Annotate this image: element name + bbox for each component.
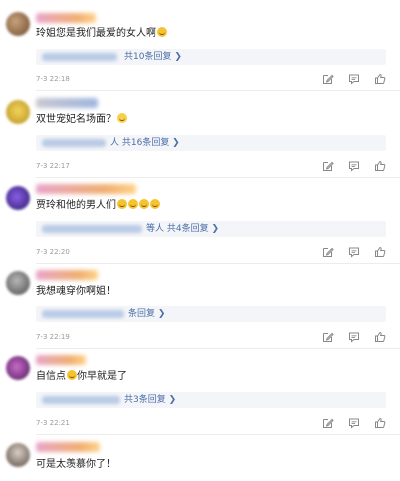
avatar[interactable] [6,271,30,295]
divider [36,90,400,91]
username[interactable] [36,355,86,365]
edit-icon[interactable] [322,73,334,85]
comment-time: 7-3 22:19 [36,333,70,341]
like-icon[interactable] [374,417,386,429]
reply-count-link[interactable]: 共3条回复 ❯ [124,394,176,406]
edit-icon[interactable] [322,331,334,343]
edit-icon[interactable] [322,160,334,172]
comment-text: 我想魂穿你啊姐！ [36,286,116,297]
divider [36,348,400,349]
avatar[interactable] [6,186,30,210]
username[interactable] [36,442,100,452]
smile-emoji-icon [149,199,160,209]
replier-names [42,396,120,404]
username[interactable] [36,184,136,194]
like-icon[interactable] [374,331,386,343]
comment-time: 7-3 22:21 [36,419,70,427]
reply-summary[interactable]: 条回复 ❯ [36,306,386,322]
comment-actions [322,331,386,343]
comment-actions [322,246,386,258]
divider [36,177,400,178]
replier-names [42,139,106,147]
comment-actions [322,73,386,85]
smile-emoji-icon [66,370,77,380]
edit-icon[interactable] [322,417,334,429]
reply-count-link[interactable]: 条回复 ❯ [128,308,165,320]
comment-text: 自信点 你早就是了 [36,370,127,382]
comment-time: 7-3 22:20 [36,248,70,256]
smile-emoji-icon [138,199,149,209]
username[interactable] [36,13,96,23]
replier-names [42,310,124,318]
smile-emoji-icon [116,199,127,209]
reply-summary[interactable]: 共3条回复 ❯ [36,392,386,408]
thinking-emoji-icon [116,113,127,123]
avatar[interactable] [6,12,30,36]
comment-actions [322,417,386,429]
comment-time: 7-3 22:17 [36,162,70,170]
reply-summary[interactable]: 等人 共4条回复 ❯ [36,221,386,237]
edit-icon[interactable] [322,246,334,258]
comment-icon[interactable] [348,417,360,429]
avatar[interactable] [6,356,30,380]
like-icon[interactable] [374,246,386,258]
comment-icon[interactable] [348,331,360,343]
avatar[interactable] [6,100,30,124]
reply-count-link[interactable]: 共10条回复 ❯ [124,51,182,63]
comment-icon[interactable] [348,246,360,258]
smile-emoji-icon [127,199,138,209]
smile-emoji-icon [156,27,167,37]
comment-actions [322,160,386,172]
reply-count-link[interactable]: 人 共16条回复 ❯ [110,137,180,149]
reply-summary[interactable]: 人 共16条回复 ❯ [36,135,386,151]
divider [36,434,400,435]
comment-text: 双世宠妃名场面？ [36,113,127,126]
reply-summary[interactable]: 共10条回复 ❯ [36,49,386,65]
like-icon[interactable] [374,73,386,85]
comment-text: 玲姐您是我们最爱的女人啊 [36,27,167,40]
replier-names [42,53,117,61]
comment-icon[interactable] [348,73,360,85]
comment-icon[interactable] [348,160,360,172]
comment-text: 贾玲和他的男人们 [36,199,160,212]
username[interactable] [36,270,98,280]
username[interactable] [36,98,98,108]
like-icon[interactable] [374,160,386,172]
comment-time: 7-3 22:18 [36,75,70,83]
avatar[interactable] [6,443,30,467]
comment-text: 可是太羡慕你了！ [36,459,116,470]
replier-names [42,225,142,233]
divider [36,263,400,264]
reply-count-link[interactable]: 等人 共4条回复 ❯ [146,223,219,235]
